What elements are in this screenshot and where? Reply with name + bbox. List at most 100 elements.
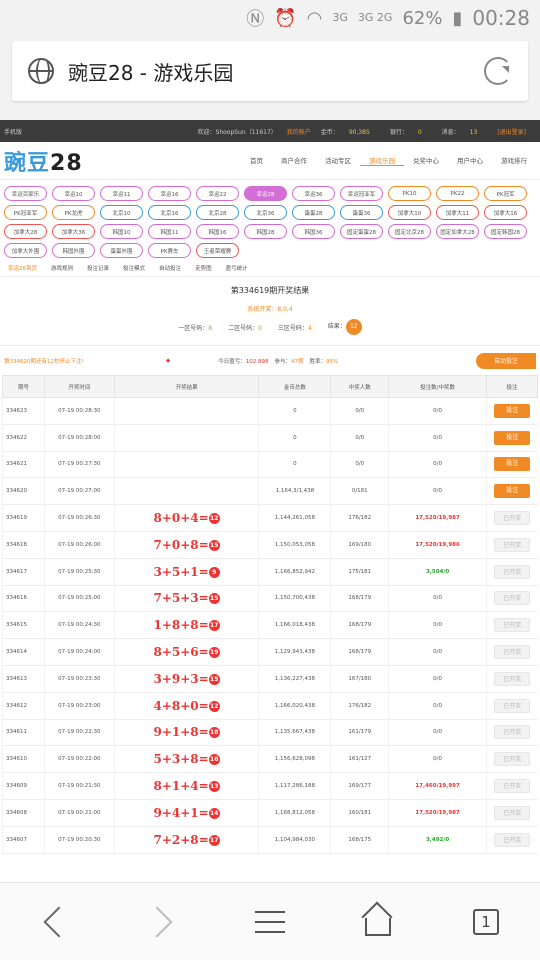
period-id: 334612 <box>2 692 45 720</box>
drawn-button[interactable]: 已开奖 <box>494 537 531 552</box>
bet-win-count: 0/0 <box>388 745 487 774</box>
period-id: 334616 <box>2 585 45 613</box>
game-tag[interactable]: PK22 <box>436 186 479 201</box>
game-tag[interactable]: 王者荣耀赛 <box>196 243 239 258</box>
game-tag[interactable]: 蛋蛋36 <box>340 205 383 220</box>
table-row: 334619 07-19 00:26:30 8+0+4=12 1,144,261,05… <box>2 504 538 532</box>
sub-tab[interactable]: 走势图 <box>195 264 212 272</box>
bet-button[interactable]: 投注 <box>494 403 531 418</box>
drawn-button[interactable]: 已开奖 <box>494 671 531 686</box>
game-tag[interactable]: 幸运16 <box>148 186 191 201</box>
game-tag[interactable]: PK龙虎 <box>52 205 95 220</box>
drawn-button[interactable]: 已开奖 <box>494 725 531 740</box>
action-cell: 已开奖 <box>485 745 538 774</box>
my-account-link[interactable]: 我的账户 <box>287 127 311 136</box>
nav-item[interactable]: 活动专区 <box>316 155 360 166</box>
expression-text: 3+9+3= <box>153 671 209 686</box>
logout-link[interactable]: [退出登录] <box>497 127 526 136</box>
nav-item[interactable]: 首页 <box>241 155 272 166</box>
game-tag[interactable]: 北京10 <box>100 205 143 220</box>
bet-win-value: 0/0 <box>433 729 443 736</box>
nav-item[interactable]: 商户合作 <box>272 155 316 166</box>
home-button[interactable] <box>356 900 400 944</box>
reload-icon[interactable] <box>484 57 512 85</box>
sub-tab[interactable]: 投注记录 <box>87 264 109 272</box>
game-tag[interactable]: 北京16 <box>148 205 191 220</box>
drawn-button[interactable]: 已开奖 <box>494 564 531 579</box>
game-tag[interactable]: 蛋蛋外围 <box>100 243 143 258</box>
address-bar[interactable]: 豌豆28 - 游戏乐园 <box>12 41 528 101</box>
back-button[interactable] <box>32 900 76 944</box>
game-tag[interactable]: 固定蛋蛋28 <box>340 224 383 239</box>
game-tag[interactable]: 固定韩国28 <box>484 224 527 239</box>
game-tag[interactable]: 加拿大36 <box>52 224 95 239</box>
game-tag[interactable]: 幸运百家乐 <box>4 186 47 201</box>
page-title[interactable]: 豌豆28 - 游戏乐园 <box>68 57 484 86</box>
sub-tab[interactable]: 盈亏统计 <box>226 264 248 272</box>
drawn-button[interactable]: 已开奖 <box>494 779 531 794</box>
game-tag[interactable]: PK冠军 <box>484 186 527 201</box>
game-tag[interactable]: PK10 <box>388 186 431 201</box>
game-tag[interactable]: 加拿大10 <box>388 205 431 220</box>
game-tag[interactable]: 韩国11 <box>148 224 191 239</box>
sub-tab[interactable]: 幸运28首页 <box>8 264 37 272</box>
game-tag[interactable]: 加拿大28 <box>4 224 47 239</box>
game-tag[interactable]: 幸运冠亚军 <box>340 186 383 201</box>
game-tag[interactable]: 固定加拿大28 <box>436 224 479 239</box>
drawn-button[interactable]: 已开奖 <box>494 645 531 660</box>
game-tag[interactable]: 加拿大11 <box>436 205 479 220</box>
sub-tab[interactable]: 自动投注 <box>159 264 181 272</box>
drawn-button[interactable]: 已开奖 <box>494 591 531 606</box>
table-row: 334620 07-19 00:27:00 1,164,3/1,438 0/181 0/… <box>2 477 538 506</box>
forward-button[interactable] <box>140 900 184 944</box>
site-logo[interactable]: 豌豆28 <box>4 145 83 177</box>
nav-item[interactable]: 游戏排行 <box>492 155 536 166</box>
game-tag[interactable]: 幸运22 <box>196 186 239 201</box>
message-label[interactable]: 消息： 13 <box>442 127 488 136</box>
game-tag[interactable]: PK赛车 <box>148 243 191 258</box>
bet-button[interactable]: 投注 <box>494 430 531 445</box>
game-tag[interactable]: 幸运10 <box>52 186 95 201</box>
bet-button[interactable]: 投注 <box>494 457 531 472</box>
game-tag[interactable]: 北京28 <box>196 205 239 220</box>
sub-tab[interactable]: 游戏规则 <box>51 264 73 272</box>
game-tag[interactable]: 幸运11 <box>100 186 143 201</box>
game-tag[interactable]: 蛋蛋28 <box>292 205 335 220</box>
game-tag[interactable]: 韩国36 <box>292 224 335 239</box>
game-tag[interactable]: 韩国外围 <box>52 243 95 258</box>
sub-tab[interactable]: 投注模式 <box>123 264 145 272</box>
draw-time: 07-19 00:20:30 <box>43 826 115 854</box>
drawn-button[interactable]: 已开奖 <box>494 511 531 526</box>
menu-button[interactable] <box>248 900 292 944</box>
auto-bet-button[interactable]: 自动投注 <box>476 352 536 369</box>
drawn-button[interactable]: 已开奖 <box>494 618 531 633</box>
game-tag[interactable]: 固定北京28 <box>388 224 431 239</box>
drawn-button[interactable]: 已开奖 <box>494 805 531 820</box>
game-tag[interactable]: 加拿大外围 <box>4 243 47 258</box>
nav-item[interactable]: 用户中心 <box>448 155 492 166</box>
game-tag[interactable]: 幸运36 <box>292 186 335 201</box>
game-tag[interactable]: 加拿大16 <box>484 205 527 220</box>
draw-time: 07-19 00:28:00 <box>43 424 115 452</box>
mobile-version-link[interactable]: 手机版 <box>4 129 22 136</box>
result-title: 第334619期开奖结果 <box>230 286 310 295</box>
drawn-button[interactable]: 已开奖 <box>494 832 531 847</box>
nav-item[interactable]: 游戏乐园 <box>360 155 404 166</box>
draw-time: 07-19 00:21:00 <box>43 799 115 827</box>
draw-result: 9+4+1=14 <box>113 799 259 827</box>
gold-total: 1,150,700,438 <box>258 585 331 613</box>
game-tag[interactable]: 韩国10 <box>100 224 143 239</box>
winner-count: 161/127 <box>330 745 389 774</box>
tabs-button[interactable]: 1 <box>464 900 508 944</box>
period-id: 334618 <box>2 531 45 559</box>
nav-item[interactable]: 兑奖中心 <box>404 155 448 166</box>
game-tag[interactable]: 韩国16 <box>196 224 239 239</box>
game-tag[interactable]: 北京36 <box>244 205 287 220</box>
table-row: 334623 07-19 00:28:30 0 0/0 0/0 投注 <box>2 397 538 425</box>
drawn-button[interactable]: 已开奖 <box>494 698 531 713</box>
game-tag[interactable]: PK冠亚军 <box>4 205 47 220</box>
bet-button[interactable]: 投注 <box>494 484 531 499</box>
drawn-button[interactable]: 已开奖 <box>494 752 531 767</box>
game-tag[interactable]: 韩国28 <box>244 224 287 239</box>
game-tag[interactable]: 幸运28 <box>244 186 287 201</box>
